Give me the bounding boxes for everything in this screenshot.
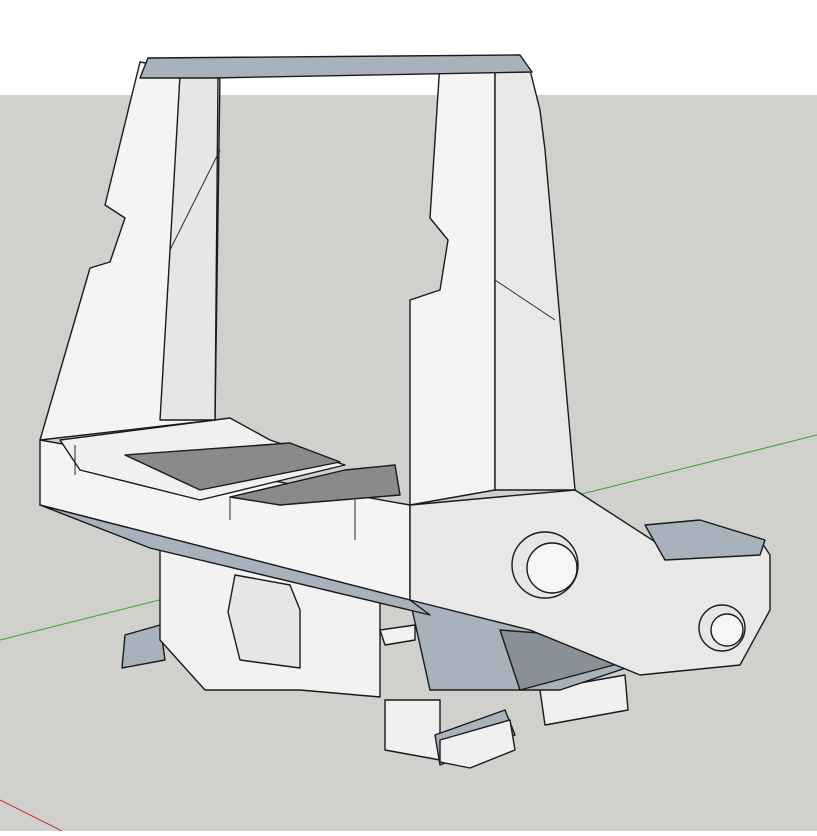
bottom-foot bbox=[384, 699, 441, 761]
lower-housing-window bbox=[227, 574, 301, 669]
sky bbox=[0, 0, 817, 95]
model-canvas[interactable] bbox=[0, 0, 817, 832]
large-knob bbox=[511, 531, 579, 599]
3d-model-viewport[interactable] bbox=[0, 0, 817, 832]
small-knob bbox=[698, 604, 746, 652]
